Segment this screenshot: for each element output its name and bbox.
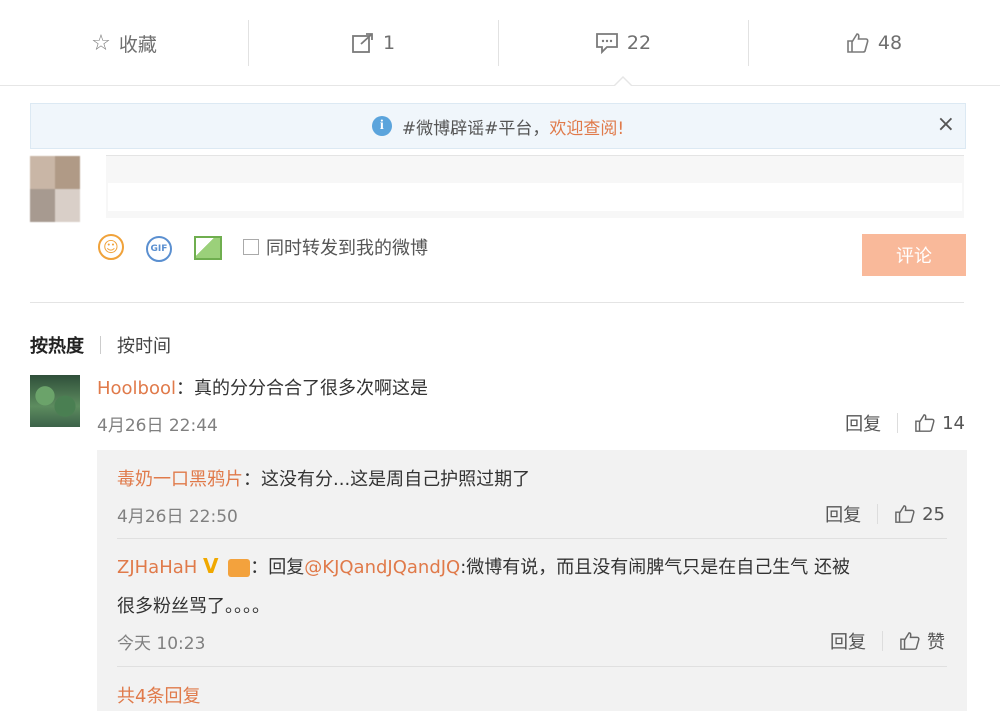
reply-divider <box>117 538 947 539</box>
favorite-button[interactable]: ☆ 收藏 <box>0 0 248 86</box>
more-replies-link[interactable]: 共4条回复 <box>117 682 200 708</box>
info-icon: i <box>371 116 392 136</box>
notice-text: #微博辟谣#平台， <box>401 118 550 139</box>
reply-body: 毒奶一口黑鸦片：这没有分...这是周自己护照过期了 <box>117 465 530 491</box>
notice-link[interactable]: 欢迎查阅! <box>549 114 624 139</box>
comment-button[interactable]: 22 <box>498 0 748 86</box>
reply-button[interactable]: 回复 <box>830 628 866 654</box>
thumbs-up-icon[interactable] <box>894 504 916 524</box>
close-icon[interactable]: × <box>937 112 955 137</box>
action-bar: ☆ 收藏 1 22 48 <box>0 0 1000 86</box>
avatar[interactable] <box>30 375 80 427</box>
reply-author[interactable]: 毒奶一口黑鸦片 <box>117 469 243 490</box>
gif-icon[interactable]: GIF <box>146 236 172 262</box>
like-count: 14 <box>942 412 965 434</box>
sort-divider <box>100 336 101 354</box>
like-label: 赞 <box>927 632 945 653</box>
repost-checkbox-label: 同时转发到我的微博 <box>266 238 428 259</box>
reply-prefix: ：回复 <box>250 557 305 578</box>
reply-body: ZJHaHaH V ：回复@KJQandJQandJQ:微博有说，而且没有闹脾气… <box>117 553 850 579</box>
reply-text-continued: 很多粉丝骂了。。。。 <box>117 596 270 617</box>
my-avatar <box>30 156 80 222</box>
like-count: 25 <box>922 503 945 525</box>
sort-by-hot[interactable]: 按热度 <box>30 332 84 358</box>
submit-comment-button[interactable]: 评论 <box>862 234 966 276</box>
reply-actions: 回复 赞 <box>830 628 945 654</box>
reply-time: 4月26日 22:50 <box>117 507 238 527</box>
mention-link[interactable]: @KJQandJQandJQ <box>304 557 460 578</box>
thumbs-up-icon <box>847 33 869 53</box>
level-badge-icon <box>228 559 251 577</box>
actions-divider <box>882 631 883 651</box>
comment-author[interactable]: Hoolbool <box>97 378 176 399</box>
reply-divider <box>117 666 947 667</box>
repost-checkbox[interactable] <box>243 239 259 255</box>
verified-badge-icon: V <box>203 554 219 578</box>
sort-by-time[interactable]: 按时间 <box>117 332 171 358</box>
reply-text: :微博有说，而且没有闹脾气只是在自己生气 还被 <box>460 557 851 578</box>
sort-tabs: 按热度 按时间 <box>30 332 171 358</box>
comment-text: ：真的分分合合了很多次啊这是 <box>176 378 429 399</box>
action-bar-border <box>0 85 1000 86</box>
notice-banner: i #微博辟谣#平台， 欢迎查阅! <box>30 103 966 149</box>
active-tab-caret-fill <box>614 78 632 87</box>
emoji-icon[interactable]: ☺ <box>98 234 124 260</box>
actions-divider <box>897 413 899 433</box>
reply-time: 今天 10:23 <box>117 634 206 654</box>
thumbs-up-icon[interactable] <box>914 413 936 433</box>
comment-actions: 回复 14 <box>845 410 965 436</box>
reply-author[interactable]: ZJHaHaH <box>117 557 197 578</box>
repost-icon <box>352 33 373 53</box>
thumbs-up-icon[interactable] <box>899 631 921 651</box>
like-button[interactable]: 48 <box>748 0 1000 86</box>
star-icon: ☆ <box>91 30 111 56</box>
section-divider <box>30 302 964 303</box>
actions-divider <box>877 504 879 524</box>
comment-icon <box>596 33 618 54</box>
comment-input[interactable] <box>108 183 962 211</box>
reply-button[interactable]: 回复 <box>825 501 861 527</box>
reply-button[interactable]: 回复 <box>845 410 881 436</box>
image-icon[interactable] <box>194 236 222 260</box>
comment-body: Hoolbool：真的分分合合了很多次啊这是 <box>97 374 428 400</box>
comment-time: 4月26日 22:44 <box>97 416 218 436</box>
reply-text: ：这没有分...这是周自己护照过期了 <box>243 469 531 490</box>
repost-button[interactable]: 1 <box>248 0 498 86</box>
reply-actions: 回复 25 <box>825 501 945 527</box>
